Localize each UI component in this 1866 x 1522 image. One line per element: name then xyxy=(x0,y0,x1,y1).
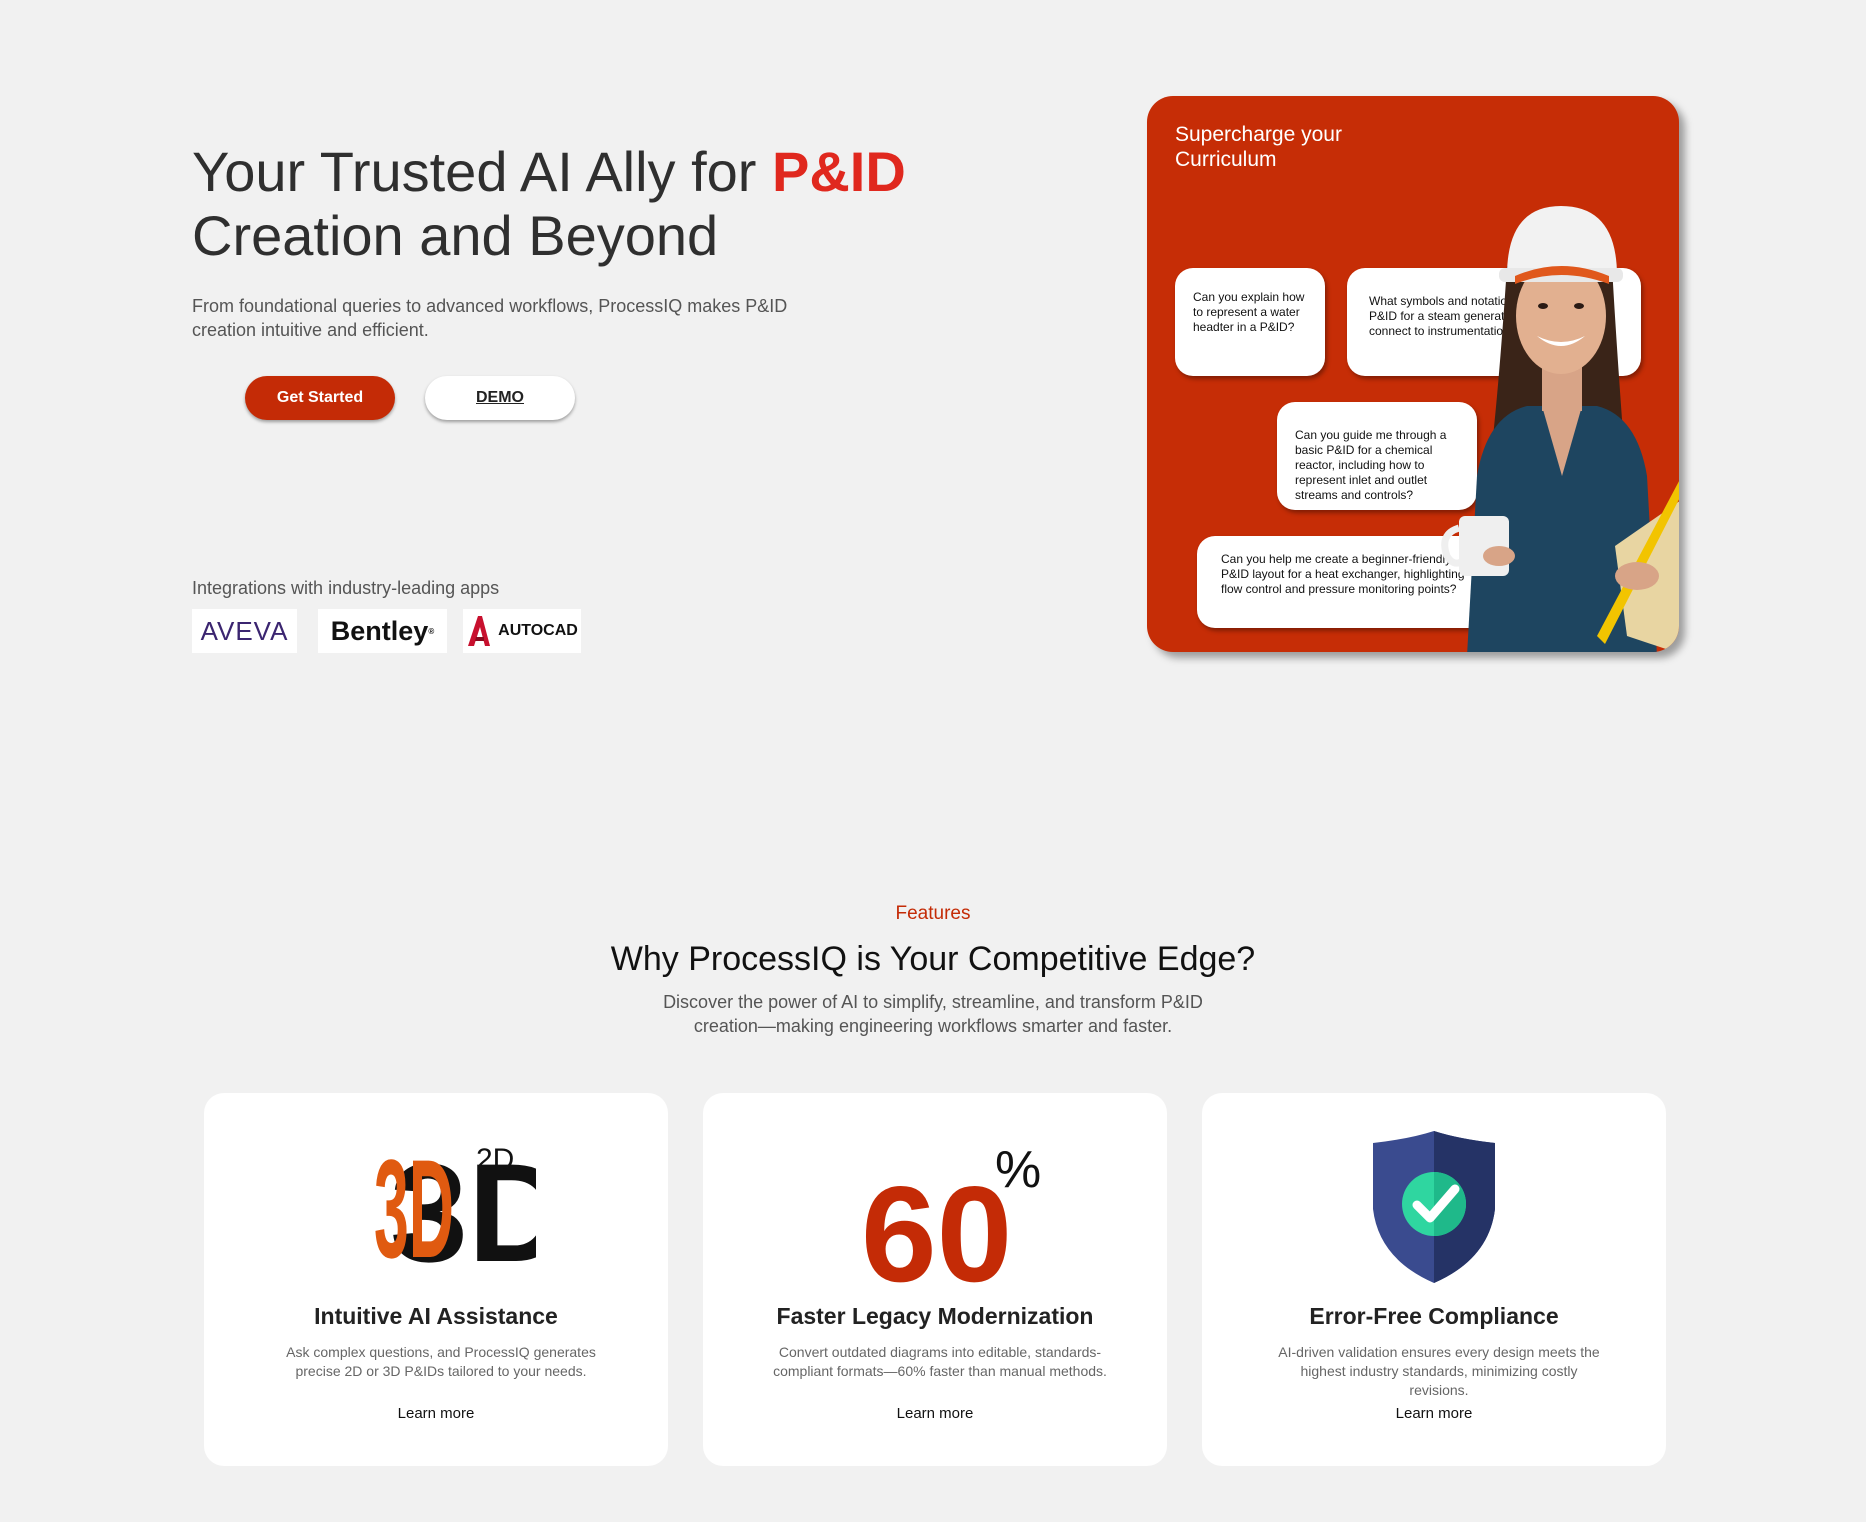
feature-title: Error-Free Compliance xyxy=(1309,1303,1559,1329)
svg-text:60: 60 xyxy=(861,1158,1012,1289)
demo-button[interactable]: DEMO xyxy=(425,376,575,420)
feature-text: Ask complex questions, and ProcessIQ gen… xyxy=(286,1344,596,1379)
features-title: Why ProcessIQ is Your Competitive Edge? xyxy=(610,940,1256,978)
chat-bubble: Can you explain how to represent a water… xyxy=(1175,268,1325,376)
feature-text: Convert outdated diagrams into editable,… xyxy=(773,1344,1107,1379)
hero-title-accent: P&ID xyxy=(772,140,906,203)
hero-card: Supercharge your Curriculum Can you expl… xyxy=(1147,96,1679,652)
autocad-logo: AUTOCAD xyxy=(463,609,581,653)
hero-title-part1: Your Trusted AI Ally for xyxy=(192,140,773,203)
svg-text:3D: 3D xyxy=(374,1130,454,1279)
engineer-photo xyxy=(1441,206,1679,652)
integrations-label: Integrations with industry-leading apps xyxy=(192,578,500,598)
svg-text:%: % xyxy=(995,1141,1041,1199)
get-started-button[interactable]: Get Started xyxy=(245,376,395,420)
features-subtitle: Discover the power of AI to simplify, st… xyxy=(663,992,1203,1036)
learn-more-link[interactable]: Learn more xyxy=(204,1405,668,1422)
bentley-logo: Bentley ® xyxy=(318,609,447,653)
learn-more-link[interactable]: Learn more xyxy=(1202,1405,1666,1422)
hero-card-heading: Supercharge your Curriculum xyxy=(1175,123,1342,171)
learn-more-link[interactable]: Learn more xyxy=(703,1405,1167,1422)
feature-title: Intuitive AI Assistance xyxy=(314,1303,558,1329)
feature-card: 60 % Faster Legacy Modernization Convert… xyxy=(703,1093,1167,1466)
svg-text:2D: 2D xyxy=(476,1143,514,1176)
hero-title: Your Trusted AI Ally for P&ID Creation a… xyxy=(192,140,992,268)
features-kicker: Features xyxy=(895,903,971,924)
feature-card: 3D 3D 2D Intuitive AI Assistance Ask com… xyxy=(204,1093,668,1466)
hero-title-part2: Creation and Beyond xyxy=(192,204,719,267)
feature-title: Faster Legacy Modernization xyxy=(776,1303,1094,1329)
hero-subtitle: From foundational queries to advanced wo… xyxy=(192,296,788,340)
percent-icon: 60 % xyxy=(861,1141,1041,1289)
aveva-logo: AVEVA xyxy=(192,609,297,653)
feature-text: AI-driven validation ensures every desig… xyxy=(1278,1344,1600,1398)
3d-2d-icon: 3D 3D 2D xyxy=(374,1130,536,1279)
shield-check-icon xyxy=(1373,1131,1495,1283)
autocad-icon xyxy=(468,616,491,646)
feature-card: Error-Free Compliance AI-driven validati… xyxy=(1202,1093,1666,1466)
